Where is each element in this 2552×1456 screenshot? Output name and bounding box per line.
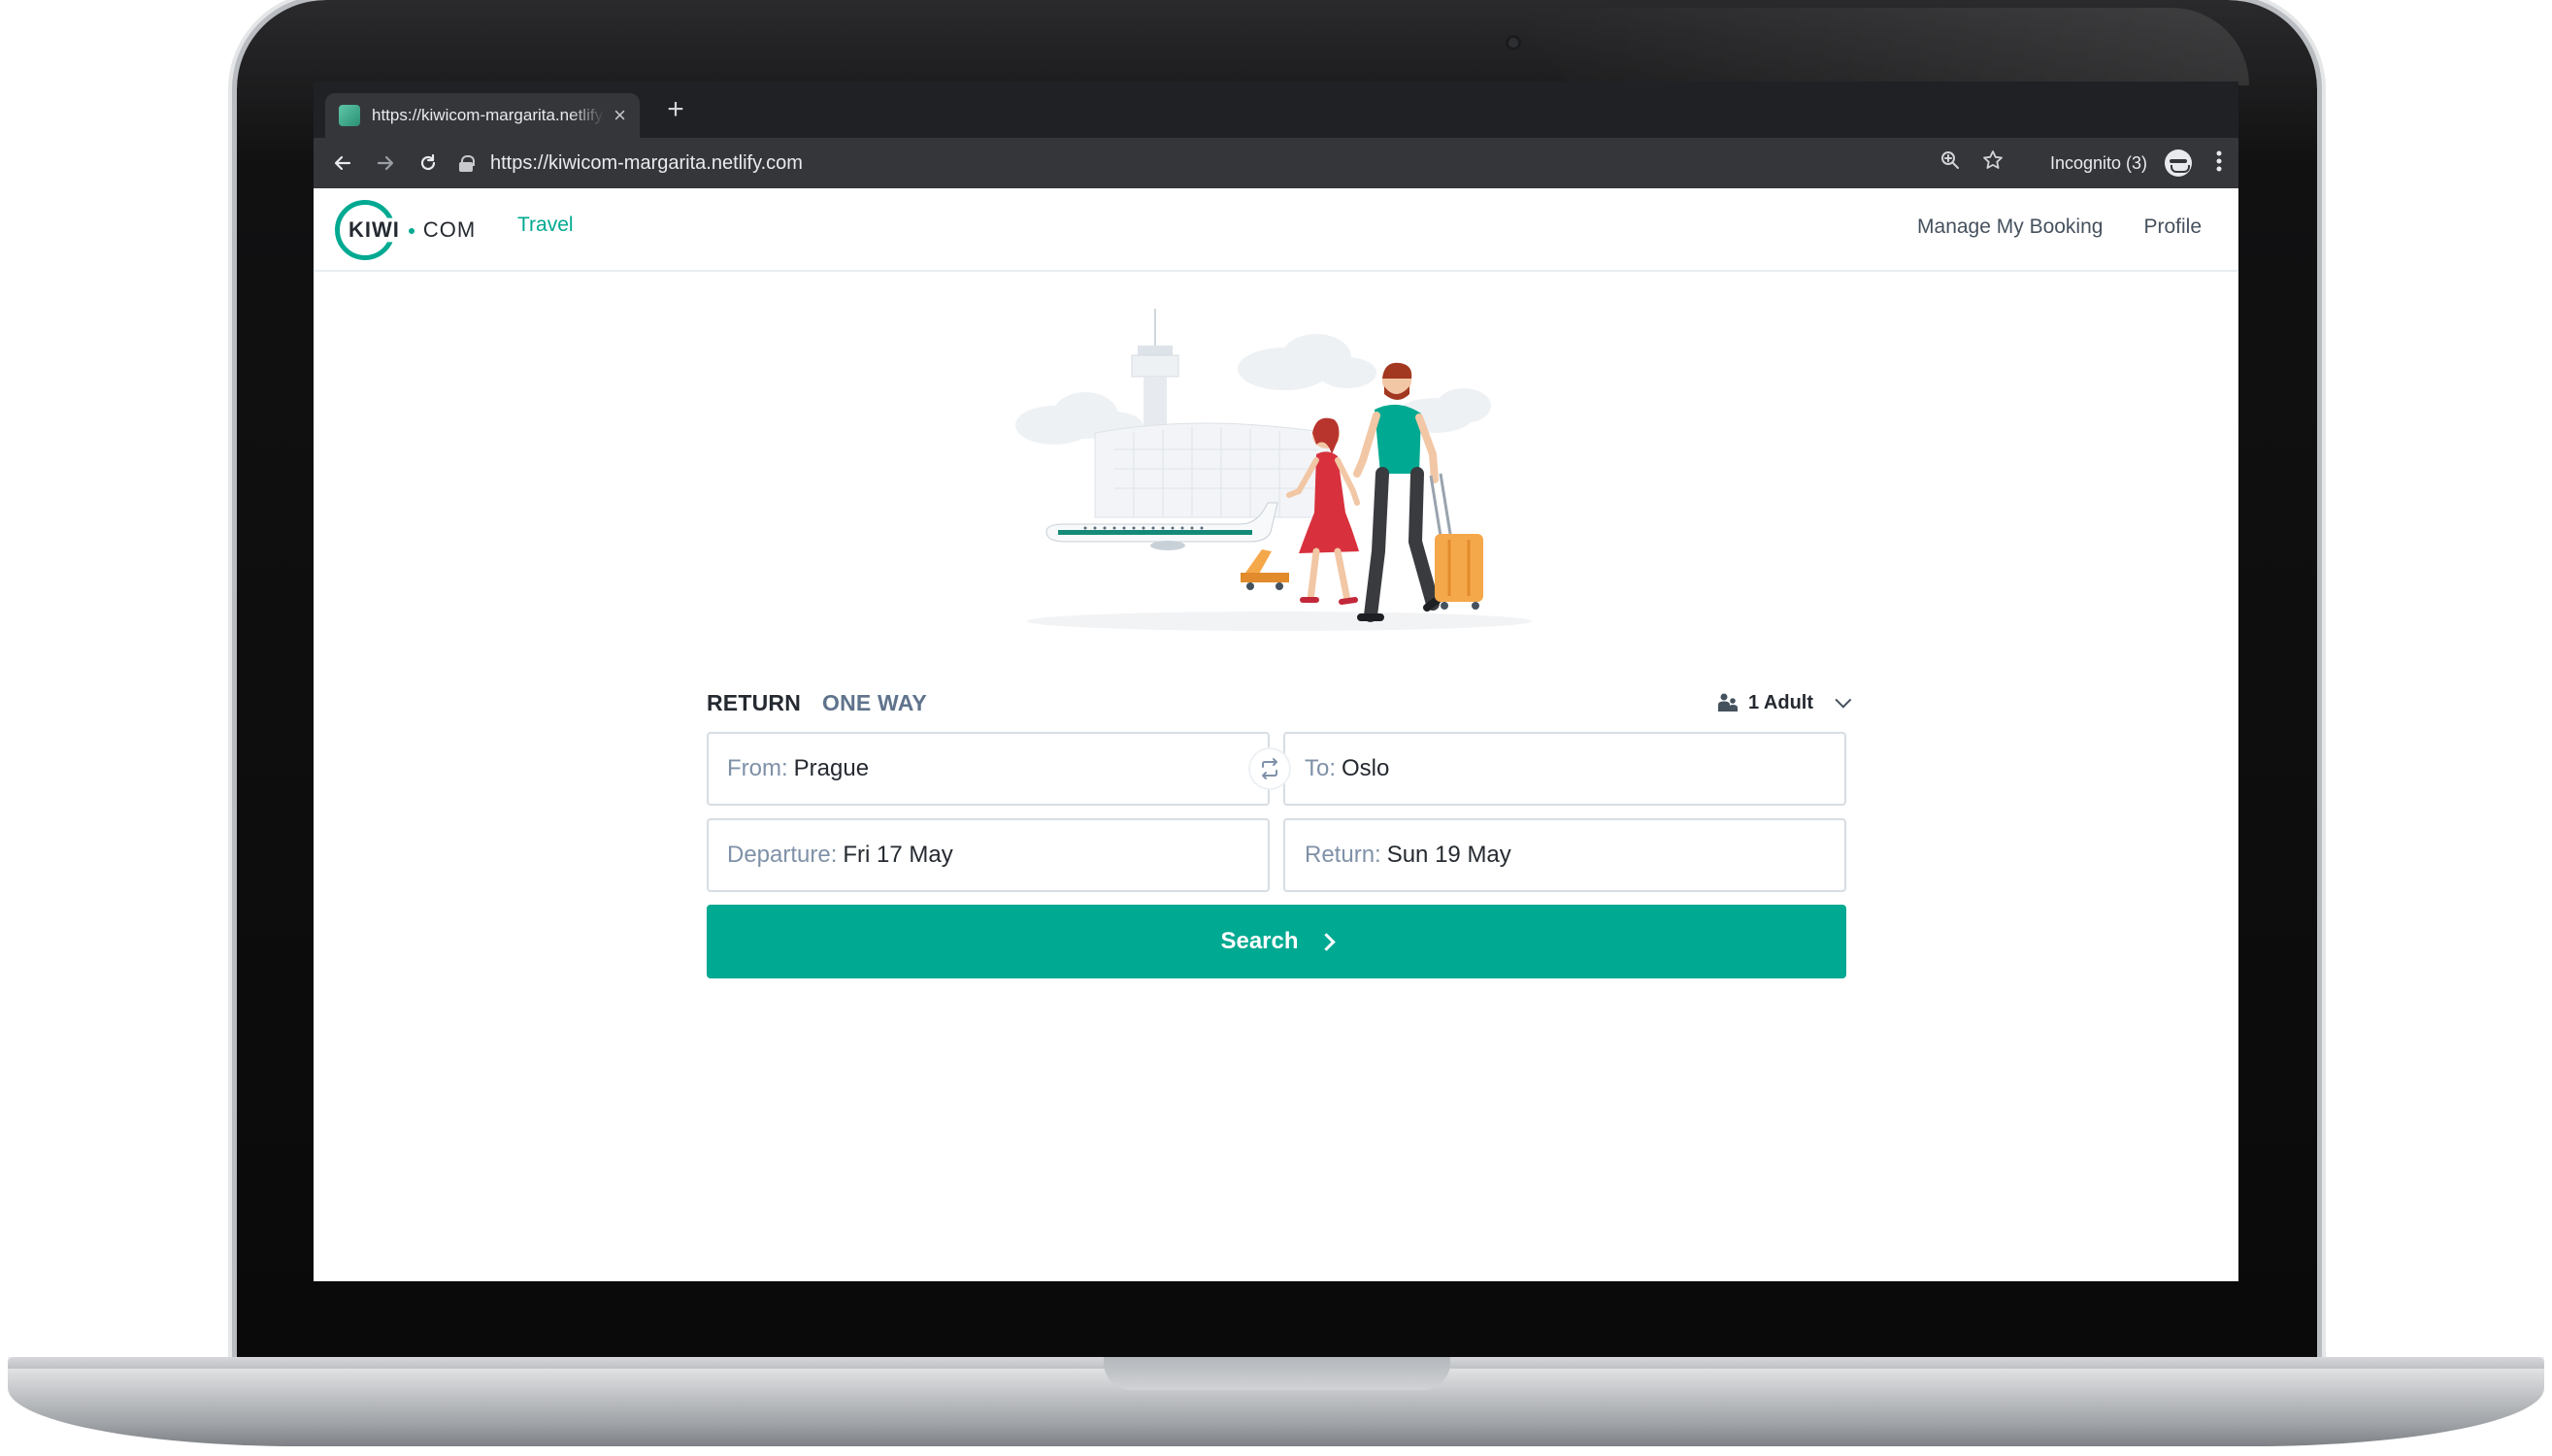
search-button[interactable]: Search — [707, 905, 1846, 978]
from-value: Prague — [793, 755, 870, 781]
return-field[interactable]: Return: Sun 19 May — [1283, 818, 1846, 892]
url-text[interactable]: https://kiwicom-margarita.netlify.com — [490, 152, 803, 175]
toolbar-actions: Incognito (3) — [1938, 138, 2229, 188]
passenger-selector[interactable]: 1 Adult — [1717, 683, 1852, 722]
nav-travel-link[interactable]: Travel — [517, 214, 574, 237]
arrow-right-icon — [377, 155, 394, 171]
terminal-building-icon — [1094, 422, 1329, 518]
lock-icon — [459, 155, 475, 172]
star-icon — [1983, 150, 2003, 169]
suitcase-icon — [1429, 473, 1483, 610]
to-value: Oslo — [1342, 755, 1390, 781]
arrow-left-icon — [334, 155, 351, 171]
return-label: Return: — [1305, 842, 1381, 868]
search-button-label: Search — [1220, 928, 1299, 954]
search-form: RETURN ONE WAY 1 Adult From: Prague To: … — [707, 683, 1852, 978]
incognito-label[interactable]: Incognito (3) — [2050, 153, 2147, 174]
lid-glare — [1511, 8, 2249, 85]
incognito-icon[interactable] — [2165, 149, 2192, 177]
to-label: To: — [1305, 755, 1337, 781]
profile-link[interactable]: Profile — [2143, 215, 2202, 239]
departure-value: Fri 17 May — [843, 842, 953, 868]
travel-illustration — [1015, 309, 1532, 631]
laptop-opening-notch — [1104, 1357, 1450, 1390]
route-row: From: Prague To: Oslo — [707, 732, 1846, 806]
trip-type-return[interactable]: RETURN — [707, 690, 801, 716]
screen: https://kiwicom-margarita.netlify.com × … — [314, 82, 2238, 1281]
chevron-right-icon — [1316, 932, 1336, 951]
browser-tab[interactable]: https://kiwicom-margarita.netlify.com × — [325, 93, 640, 138]
ground-shadow — [1027, 612, 1532, 631]
reload-button[interactable] — [407, 142, 449, 184]
logo-word-com: COM — [422, 217, 477, 242]
manage-booking-link[interactable]: Manage My Booking — [1917, 215, 2103, 239]
favicon-icon — [339, 105, 360, 126]
new-tab-button[interactable]: + — [661, 95, 690, 124]
browser-toolbar: https://kiwicom-margarita.netlify.com In… — [314, 138, 2238, 188]
kebab-menu-icon — [2216, 150, 2222, 172]
dates-row: Departure: Fri 17 May Return: Sun 19 May — [707, 818, 1846, 892]
product-mockup: https://kiwicom-margarita.netlify.com × … — [0, 0, 2552, 1456]
tab-close-button[interactable]: × — [613, 105, 626, 126]
passengers-icon — [1717, 693, 1738, 711]
header-nav: Manage My Booking Profile — [1917, 215, 2202, 239]
address-bar[interactable]: https://kiwicom-margarita.netlify.com — [459, 145, 1838, 182]
reload-icon — [420, 153, 436, 171]
to-field[interactable]: To: Oslo — [1283, 732, 1846, 806]
departure-field[interactable]: Departure: Fri 17 May — [707, 818, 1270, 892]
trip-type-one-way[interactable]: ONE WAY — [822, 690, 927, 716]
kiwi-logo[interactable]: KIWI COM — [335, 200, 475, 260]
return-value: Sun 19 May — [1386, 842, 1511, 868]
bookmark-button[interactable] — [1980, 149, 2005, 177]
back-button[interactable] — [321, 142, 364, 184]
logo-dot-icon — [408, 228, 414, 235]
zoom-button[interactable] — [1938, 150, 1963, 176]
logo-word-kiwi: KIWI — [348, 217, 400, 242]
zoom-icon — [1940, 151, 1959, 169]
logo-wordmark: KIWI COM — [348, 217, 476, 243]
browser-menu-button[interactable] — [2209, 150, 2229, 176]
webcam — [1506, 35, 1521, 50]
from-field[interactable]: From: Prague — [707, 732, 1270, 806]
forward-button[interactable] — [364, 142, 407, 184]
passenger-count: 1 Adult — [1747, 691, 1813, 713]
baggage-cart-icon — [1241, 549, 1289, 590]
trip-type-selector: RETURN ONE WAY — [707, 683, 1846, 722]
browser-tab-strip: https://kiwicom-margarita.netlify.com × … — [314, 82, 2238, 138]
site-header: KIWI COM Travel Manage My Booking Profile — [314, 188, 2238, 272]
swap-places-button[interactable] — [1250, 749, 1289, 788]
from-label: From: — [727, 755, 788, 781]
chevron-down-icon — [1835, 691, 1852, 709]
control-tower-icon — [1131, 309, 1179, 435]
tab-title: https://kiwicom-margarita.netlify.com — [372, 106, 605, 124]
departure-label: Departure: — [727, 842, 838, 868]
swap-icon — [1262, 758, 1277, 779]
